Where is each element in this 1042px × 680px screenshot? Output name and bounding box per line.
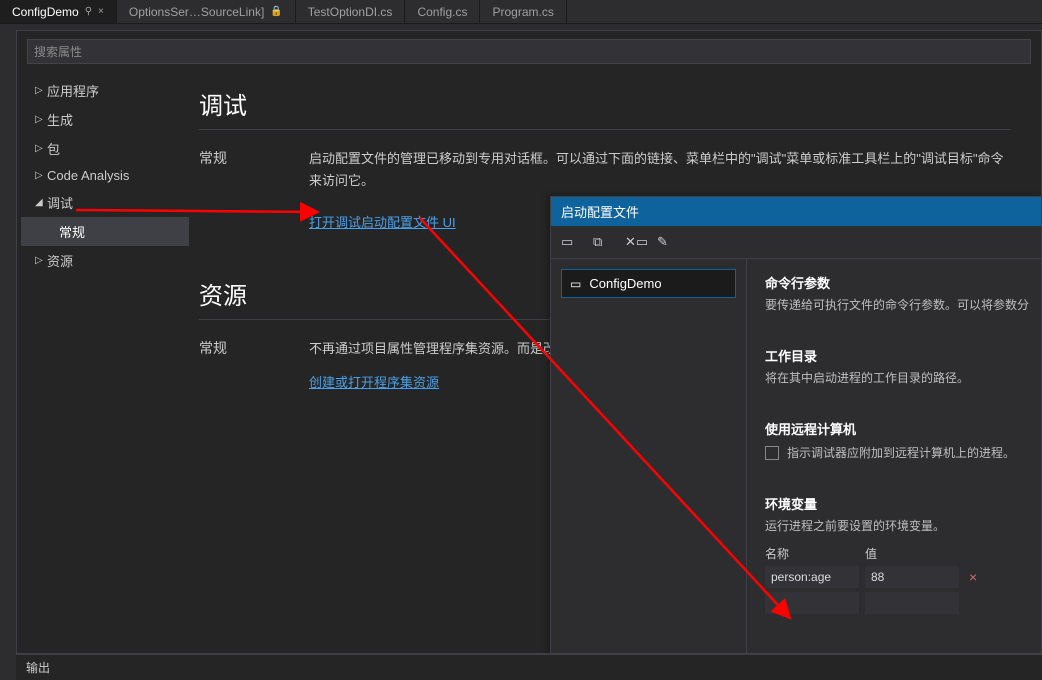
new-profile-icon[interactable]: ▭ [561, 234, 577, 250]
output-panel-header[interactable]: 输出 [16, 654, 1042, 680]
sidenav-item-debug[interactable]: ◢ 调试 [21, 188, 189, 217]
sidenav-subitem-general[interactable]: 常规 [21, 217, 189, 246]
document-tabstrip: ConfigDemo ⚲ × OptionsSer…SourceLink] 🔒 … [0, 0, 1042, 24]
lock-icon: 🔒 [270, 6, 282, 17]
envvars-col-value: 值 [865, 545, 959, 562]
chevron-right-icon: ▷ [35, 143, 43, 154]
remote-heading: 使用远程计算机 [765, 419, 1033, 438]
tab-label: ConfigDemo [12, 5, 79, 19]
tab-optionsservice[interactable]: OptionsSer…SourceLink] 🔒 [117, 0, 296, 23]
launch-profiles-dialog: 启动配置文件 ▭ ⧉ ✕▭ ✎ ▭ ConfigDemo 命令行参数 要传递给可… [550, 196, 1042, 654]
tab-testoptiondi[interactable]: TestOptionDI.cs [296, 0, 406, 23]
rename-profile-icon[interactable]: ✎ [657, 234, 673, 250]
chevron-right-icon: ▷ [35, 255, 43, 266]
envvar-name-input[interactable] [765, 592, 859, 614]
envvar-name-input[interactable] [765, 566, 859, 588]
tab-label: TestOptionDI.cs [308, 5, 393, 19]
delete-profile-icon[interactable]: ✕▭ [625, 234, 641, 250]
sidenav-item-label: Code Analysis [47, 168, 129, 183]
sidenav-item-label: 生成 [47, 110, 73, 129]
tab-program[interactable]: Program.cs [480, 0, 566, 23]
envvars-desc: 运行进程之前要设置的环境变量。 [765, 517, 1033, 535]
sidenav-item-application[interactable]: ▷ 应用程序 [21, 76, 189, 105]
workdir-desc: 将在其中启动进程的工作目录的路径。 [765, 369, 1033, 387]
sidenav-item-label: 包 [47, 139, 60, 158]
dialog-toolbar: ▭ ⧉ ✕▭ ✎ [551, 226, 1041, 259]
tab-label: Program.cs [492, 5, 553, 19]
envvars-heading: 环境变量 [765, 494, 1033, 513]
profile-item-label: ConfigDemo [589, 276, 661, 291]
profile-settings: 命令行参数 要传递给可执行文件的命令行参数。可以将参数分 工作目录 将在其中启动… [747, 259, 1041, 653]
sidenav-item-label: 应用程序 [47, 81, 99, 100]
profile-item-configdemo[interactable]: ▭ ConfigDemo [561, 269, 736, 298]
open-launch-profiles-link[interactable]: 打开调试启动配置文件 UI [309, 215, 456, 230]
cmdargs-desc: 要传递给可执行文件的命令行参数。可以将参数分 [765, 296, 1033, 314]
divider [199, 129, 1011, 130]
envvar-row: × [765, 566, 1033, 588]
envvars-col-name: 名称 [765, 545, 859, 562]
row-label-general: 常规 [199, 338, 289, 358]
row-label-general: 常规 [199, 148, 289, 168]
chevron-right-icon: ▷ [35, 85, 43, 96]
tab-config[interactable]: Config.cs [405, 0, 480, 23]
workdir-heading: 工作目录 [765, 346, 1033, 365]
window-icon: ▭ [570, 277, 581, 291]
debug-general-text: 启动配置文件的管理已移动到专用对话框。可以通过下面的链接、菜单栏中的"调试"菜单… [309, 148, 1011, 192]
sidenav-item-label: 调试 [47, 193, 73, 212]
sidenav-item-label: 资源 [47, 251, 73, 270]
dialog-title: 启动配置文件 [551, 197, 1041, 226]
search-properties-input[interactable]: 搜索属性 [27, 39, 1031, 64]
envvar-value-input[interactable] [865, 592, 959, 614]
chevron-right-icon: ▷ [35, 170, 43, 181]
sidenav-item-build[interactable]: ▷ 生成 [21, 105, 189, 134]
cmdargs-heading: 命令行参数 [765, 273, 1033, 292]
copy-profile-icon[interactable]: ⧉ [593, 234, 609, 250]
tab-label: Config.cs [417, 5, 467, 19]
delete-row-icon[interactable]: × [965, 569, 981, 585]
create-open-resources-link[interactable]: 创建或打开程序集资源 [309, 375, 439, 390]
close-icon[interactable]: × [98, 6, 104, 17]
remote-checkbox[interactable] [765, 446, 779, 460]
pin-icon[interactable]: ⚲ [85, 6, 92, 17]
tab-configdemo[interactable]: ConfigDemo ⚲ × [0, 0, 117, 23]
tab-label: OptionsSer…SourceLink] [129, 5, 264, 19]
section-heading-debug: 调试 [199, 86, 1011, 121]
sidenav-item-codeanalysis[interactable]: ▷ Code Analysis [21, 163, 189, 188]
envvar-row [765, 592, 1033, 614]
envvar-value-input[interactable] [865, 566, 959, 588]
chevron-right-icon: ▷ [35, 114, 43, 125]
sidenav-item-package[interactable]: ▷ 包 [21, 134, 189, 163]
profile-list: ▭ ConfigDemo [551, 259, 747, 653]
properties-sidenav: ▷ 应用程序 ▷ 生成 ▷ 包 ▷ Code Analysis ◢ 调试 常规 … [17, 70, 189, 656]
sidenav-item-resources[interactable]: ▷ 资源 [21, 246, 189, 275]
remote-desc: 指示调试器应附加到远程计算机上的进程。 [787, 444, 1015, 462]
chevron-down-icon: ◢ [35, 197, 43, 208]
